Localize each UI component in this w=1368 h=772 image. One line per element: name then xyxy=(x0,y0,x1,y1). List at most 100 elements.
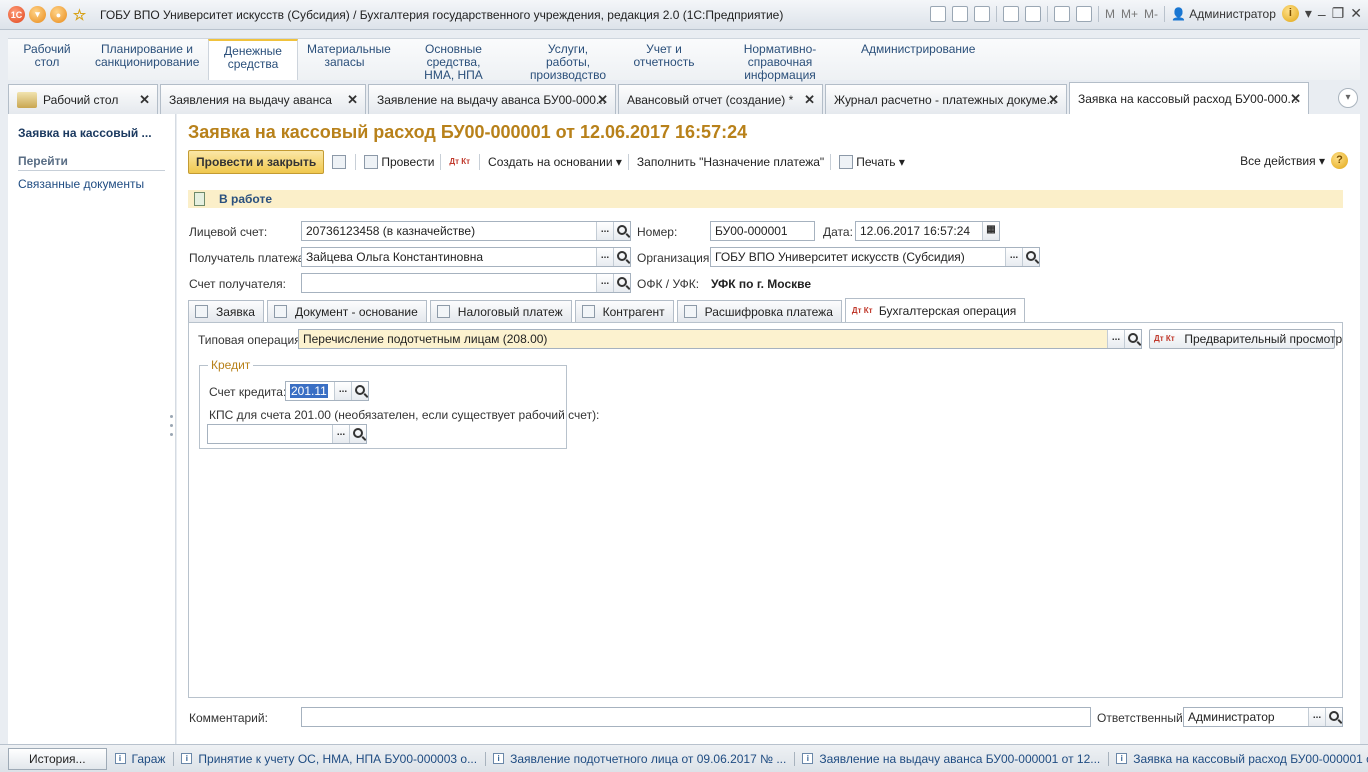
fill-purpose-label: Заполнить "Назначение платежа" xyxy=(636,155,825,169)
main-menu-icon[interactable]: ▾ xyxy=(29,6,46,23)
info-icon[interactable]: i xyxy=(1281,5,1299,22)
kps-field[interactable]: ... xyxy=(207,424,367,444)
history-item[interactable]: i Заявление на выдачу аванса БУ00-000001 … xyxy=(802,751,1110,766)
tab-counterparty[interactable]: Контрагент xyxy=(574,300,674,322)
close-tab-icon[interactable]: ✕ xyxy=(1048,92,1059,108)
favorites-icon[interactable] xyxy=(1003,5,1019,22)
create-based-on-button[interactable]: Создать на основании ▾ xyxy=(488,155,622,169)
minimize-icon[interactable]: – xyxy=(1318,6,1326,22)
history-item[interactable]: i Заявление подотчетного лица от 09.06.20… xyxy=(493,751,796,766)
save-icon[interactable] xyxy=(930,5,946,22)
history-item[interactable]: i Принятие к учету ОС, НМА, НПА БУ00-0000… xyxy=(181,751,487,766)
search-icon xyxy=(355,385,365,395)
tab-cash-request[interactable]: Заявка на кассовый расход БУ00-000... ✕ xyxy=(1069,82,1309,114)
dt-kt-button[interactable]: Дт Кт xyxy=(449,158,473,166)
open-button[interactable] xyxy=(1022,248,1039,266)
history-item-label: Заявка на кассовый расход БУ00-000001 от… xyxy=(1133,751,1368,766)
section-services[interactable]: Услуги, работы, производство xyxy=(516,39,620,82)
all-actions-button[interactable]: Все действия ▾ xyxy=(1240,154,1325,168)
operation-field[interactable]: Перечисление подотчетным лицам (208.00) … xyxy=(298,329,1142,349)
select-button[interactable]: ... xyxy=(1005,248,1022,266)
open-button[interactable] xyxy=(351,382,368,400)
select-button[interactable]: ... xyxy=(1308,708,1325,726)
section-materials[interactable]: Материальные запасы xyxy=(298,39,391,80)
recipient-account-field[interactable]: ... xyxy=(301,273,631,293)
account-field[interactable]: 20736123458 (в казначействе) ... xyxy=(301,221,631,241)
tab-base-document[interactable]: Документ - основание xyxy=(266,300,427,322)
section-desktop[interactable]: Рабочий стол xyxy=(8,39,86,80)
memory-plus-button[interactable]: M+ xyxy=(1121,7,1138,21)
close-tab-icon[interactable]: ✕ xyxy=(347,92,358,108)
favorites-star-icon[interactable]: ☆ xyxy=(71,6,88,24)
section-fixed-assets[interactable]: Основные средства, НМА, НПА xyxy=(391,39,516,82)
open-button[interactable] xyxy=(613,222,630,240)
credit-account-field[interactable]: 201.11 ... xyxy=(285,381,369,401)
open-button[interactable] xyxy=(1124,330,1141,348)
preview-icon[interactable] xyxy=(974,5,990,22)
tab-request[interactable]: Заявка xyxy=(188,300,264,322)
responsible-field[interactable]: Администратор ... xyxy=(1183,707,1343,727)
print-button[interactable]: Печать ▾ xyxy=(839,155,905,169)
open-button[interactable] xyxy=(613,274,630,292)
tab-accounting-operation[interactable]: Дт Кт Бухгалтерская операция xyxy=(844,298,1026,322)
fill-purpose-button[interactable]: Заполнить "Назначение платежа" xyxy=(637,155,824,169)
tab-advance-report[interactable]: Авансовый отчет (создание) * ✕ xyxy=(618,84,823,114)
section-accounting[interactable]: Учет и отчетность xyxy=(620,39,708,80)
restore-icon[interactable]: ❐ xyxy=(1332,5,1345,22)
chevron-down-icon[interactable]: ▾ xyxy=(1338,88,1358,108)
calendar-icon[interactable] xyxy=(1076,5,1092,22)
tab-payment-breakdown[interactable]: Расшифровка платежа xyxy=(676,300,842,322)
history-icon[interactable]: ● xyxy=(50,6,67,23)
preview-button[interactable]: Дт Кт Предварительный просмотр xyxy=(1149,329,1342,349)
post-button[interactable]: Провести xyxy=(364,155,434,169)
status-badge[interactable]: В работе xyxy=(219,192,272,206)
select-button[interactable]: ... xyxy=(1107,330,1124,348)
section-reference[interactable]: Нормативно-справочная информация xyxy=(708,39,852,82)
app-menu-icon[interactable]: 1С xyxy=(8,6,25,23)
select-button[interactable]: ... xyxy=(332,425,349,443)
close-icon[interactable]: ✕ xyxy=(1350,5,1362,22)
open-button[interactable] xyxy=(613,248,630,266)
print-icon[interactable] xyxy=(952,5,968,22)
dropdown-icon[interactable]: ▾ xyxy=(1305,5,1312,22)
close-tab-icon[interactable]: ✕ xyxy=(139,92,150,108)
close-tab-icon[interactable]: ✕ xyxy=(597,92,608,108)
tab-desktop[interactable]: Рабочий стол ✕ xyxy=(8,84,158,114)
calculator-icon[interactable] xyxy=(1054,5,1070,22)
comment-field[interactable] xyxy=(301,707,1091,727)
nav-related-documents[interactable]: Связанные документы xyxy=(18,177,165,191)
help-icon[interactable]: ? xyxy=(1331,152,1348,169)
close-tab-icon[interactable]: ✕ xyxy=(1290,91,1301,107)
section-admin[interactable]: Администрирование xyxy=(852,39,978,80)
select-button[interactable]: ... xyxy=(596,248,613,266)
select-button[interactable]: ... xyxy=(596,274,613,292)
close-tab-icon[interactable]: ✕ xyxy=(804,92,815,108)
open-button[interactable] xyxy=(1325,708,1342,726)
number-field[interactable]: БУ00-000001 xyxy=(710,221,815,241)
tab-payment-journal[interactable]: Журнал расчетно - платежных докуме... ✕ xyxy=(825,84,1067,114)
history-button[interactable]: История... xyxy=(8,747,107,770)
tab-advance-applications[interactable]: Заявления на выдачу аванса ✕ xyxy=(160,84,366,114)
save-button[interactable] xyxy=(332,155,349,169)
section-money[interactable]: Денежные средства xyxy=(208,39,298,80)
calendar-icon[interactable]: ▦ xyxy=(982,222,999,240)
section-planning[interactable]: Планирование и санкционирование xyxy=(86,39,208,80)
tab-tax-payment[interactable]: Налоговый платеж xyxy=(429,300,572,322)
history-item[interactable]: i Заявка на кассовый расход БУ00-000001 о… xyxy=(1116,752,1368,766)
link-icon[interactable] xyxy=(1025,5,1041,22)
comment-label: Комментарий: xyxy=(189,711,268,725)
select-button[interactable]: ... xyxy=(596,222,613,240)
history-item[interactable]: i Гараж xyxy=(114,751,175,766)
memory-minus-button[interactable]: M- xyxy=(1144,7,1158,21)
tab-advance-application[interactable]: Заявление на выдачу аванса БУ00-000... ✕ xyxy=(368,84,616,114)
recipient-field[interactable]: Зайцева Ольга Константиновна ... xyxy=(301,247,631,267)
open-button[interactable] xyxy=(349,425,366,443)
select-button[interactable]: ... xyxy=(334,382,351,400)
user-name[interactable]: 👤 Администратор xyxy=(1171,7,1276,21)
post-and-close-button[interactable]: Провести и закрыть xyxy=(188,150,325,174)
organization-field[interactable]: ГОБУ ВПО Университет искусств (Субсидия)… xyxy=(710,247,1040,267)
memory-m-button[interactable]: M xyxy=(1105,7,1115,21)
nav-form-title[interactable]: Заявка на кассовый ... xyxy=(18,126,165,140)
splitter-handle[interactable] xyxy=(170,415,174,443)
date-field[interactable]: 12.06.2017 16:57:24 ▦ xyxy=(855,221,1000,241)
